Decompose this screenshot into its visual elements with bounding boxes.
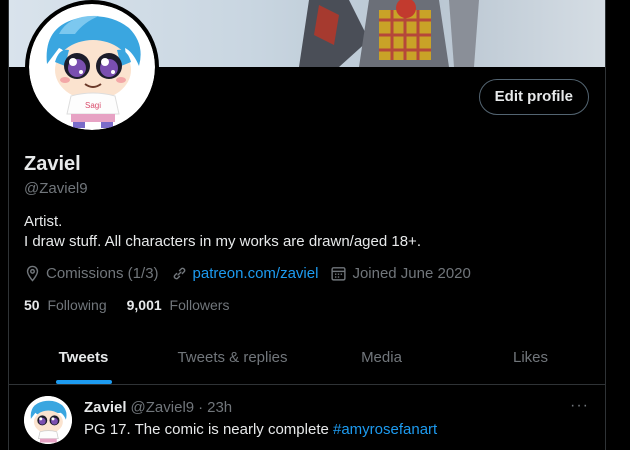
tab-likes[interactable]: Likes bbox=[456, 331, 605, 384]
tweet-time[interactable]: 23h bbox=[207, 399, 232, 416]
location-pin-icon bbox=[26, 265, 39, 282]
tab-label: Likes bbox=[512, 349, 549, 366]
tweet-author-name[interactable]: Zaviel bbox=[84, 399, 127, 416]
joined-text: Joined June 2020 bbox=[352, 265, 471, 282]
location-text: Comissions (1/3) bbox=[46, 265, 159, 282]
edit-profile-button[interactable]: Edit profile bbox=[478, 79, 589, 115]
location-item: Comissions (1/3) bbox=[24, 265, 159, 282]
tab-tweets[interactable]: Tweets bbox=[9, 331, 158, 384]
tweet-author-handle[interactable]: @Zaviel9 bbox=[131, 399, 195, 416]
profile-avatar[interactable]: Sagi bbox=[25, 0, 159, 134]
tab-tweets-replies[interactable]: Tweets & replies bbox=[158, 331, 307, 384]
tweet-hashtag[interactable]: #amyrosefanart bbox=[333, 421, 437, 438]
profile-meta: Comissions (1/3) patreon.com/zaviel Join… bbox=[24, 265, 483, 282]
profile-tabs: Tweets Tweets & replies Media Likes bbox=[9, 331, 605, 385]
link-item[interactable]: patreon.com/zaviel bbox=[171, 265, 319, 282]
bio-line: Artist. bbox=[24, 213, 63, 230]
avatar-shirt-text: Sagi bbox=[85, 101, 101, 110]
tweet-text: PG 17. The comic is nearly complete #amy… bbox=[84, 421, 437, 438]
tweet-text-content: PG 17. The comic is nearly complete bbox=[84, 421, 333, 438]
active-tab-indicator bbox=[55, 380, 112, 384]
profile-handle: @Zaviel9 bbox=[24, 180, 88, 197]
link-icon bbox=[173, 267, 185, 280]
following-label: Following bbox=[47, 297, 107, 313]
bio-line: I draw stuff. All characters in my works… bbox=[24, 233, 421, 250]
follow-stats: 50 Following 9,001 Followers bbox=[24, 297, 249, 313]
following-link[interactable]: 50 Following bbox=[24, 297, 107, 313]
followers-label: Followers bbox=[169, 297, 230, 313]
calendar-icon bbox=[331, 267, 347, 281]
tab-label: Tweets bbox=[58, 349, 109, 366]
profile-page: Sagi Edit profile Zaviel @Zaviel9 Artist… bbox=[8, 0, 606, 450]
tweet-separator: · bbox=[198, 399, 204, 416]
tab-label: Media bbox=[361, 349, 402, 366]
tab-media[interactable]: Media bbox=[307, 331, 456, 384]
followers-count: 9,001 bbox=[126, 297, 162, 313]
tab-label: Tweets & replies bbox=[177, 349, 288, 366]
tweet-avatar[interactable] bbox=[24, 396, 72, 444]
tweet-header: Zaviel @Zaviel9 · 23h bbox=[84, 399, 232, 416]
profile-link[interactable]: patreon.com/zaviel bbox=[193, 265, 319, 282]
following-count: 50 bbox=[24, 297, 40, 313]
profile-name: Zaviel bbox=[24, 153, 81, 175]
profile-bio: Artist. I draw stuff. All characters in … bbox=[24, 212, 421, 252]
more-options-icon[interactable]: ··· bbox=[570, 397, 589, 415]
followers-link[interactable]: 9,001 Followers bbox=[127, 297, 230, 313]
joined-item: Joined June 2020 bbox=[330, 265, 471, 282]
tweet-item[interactable]: Zaviel @Zaviel9 · 23h PG 17. The comic i… bbox=[9, 385, 605, 450]
